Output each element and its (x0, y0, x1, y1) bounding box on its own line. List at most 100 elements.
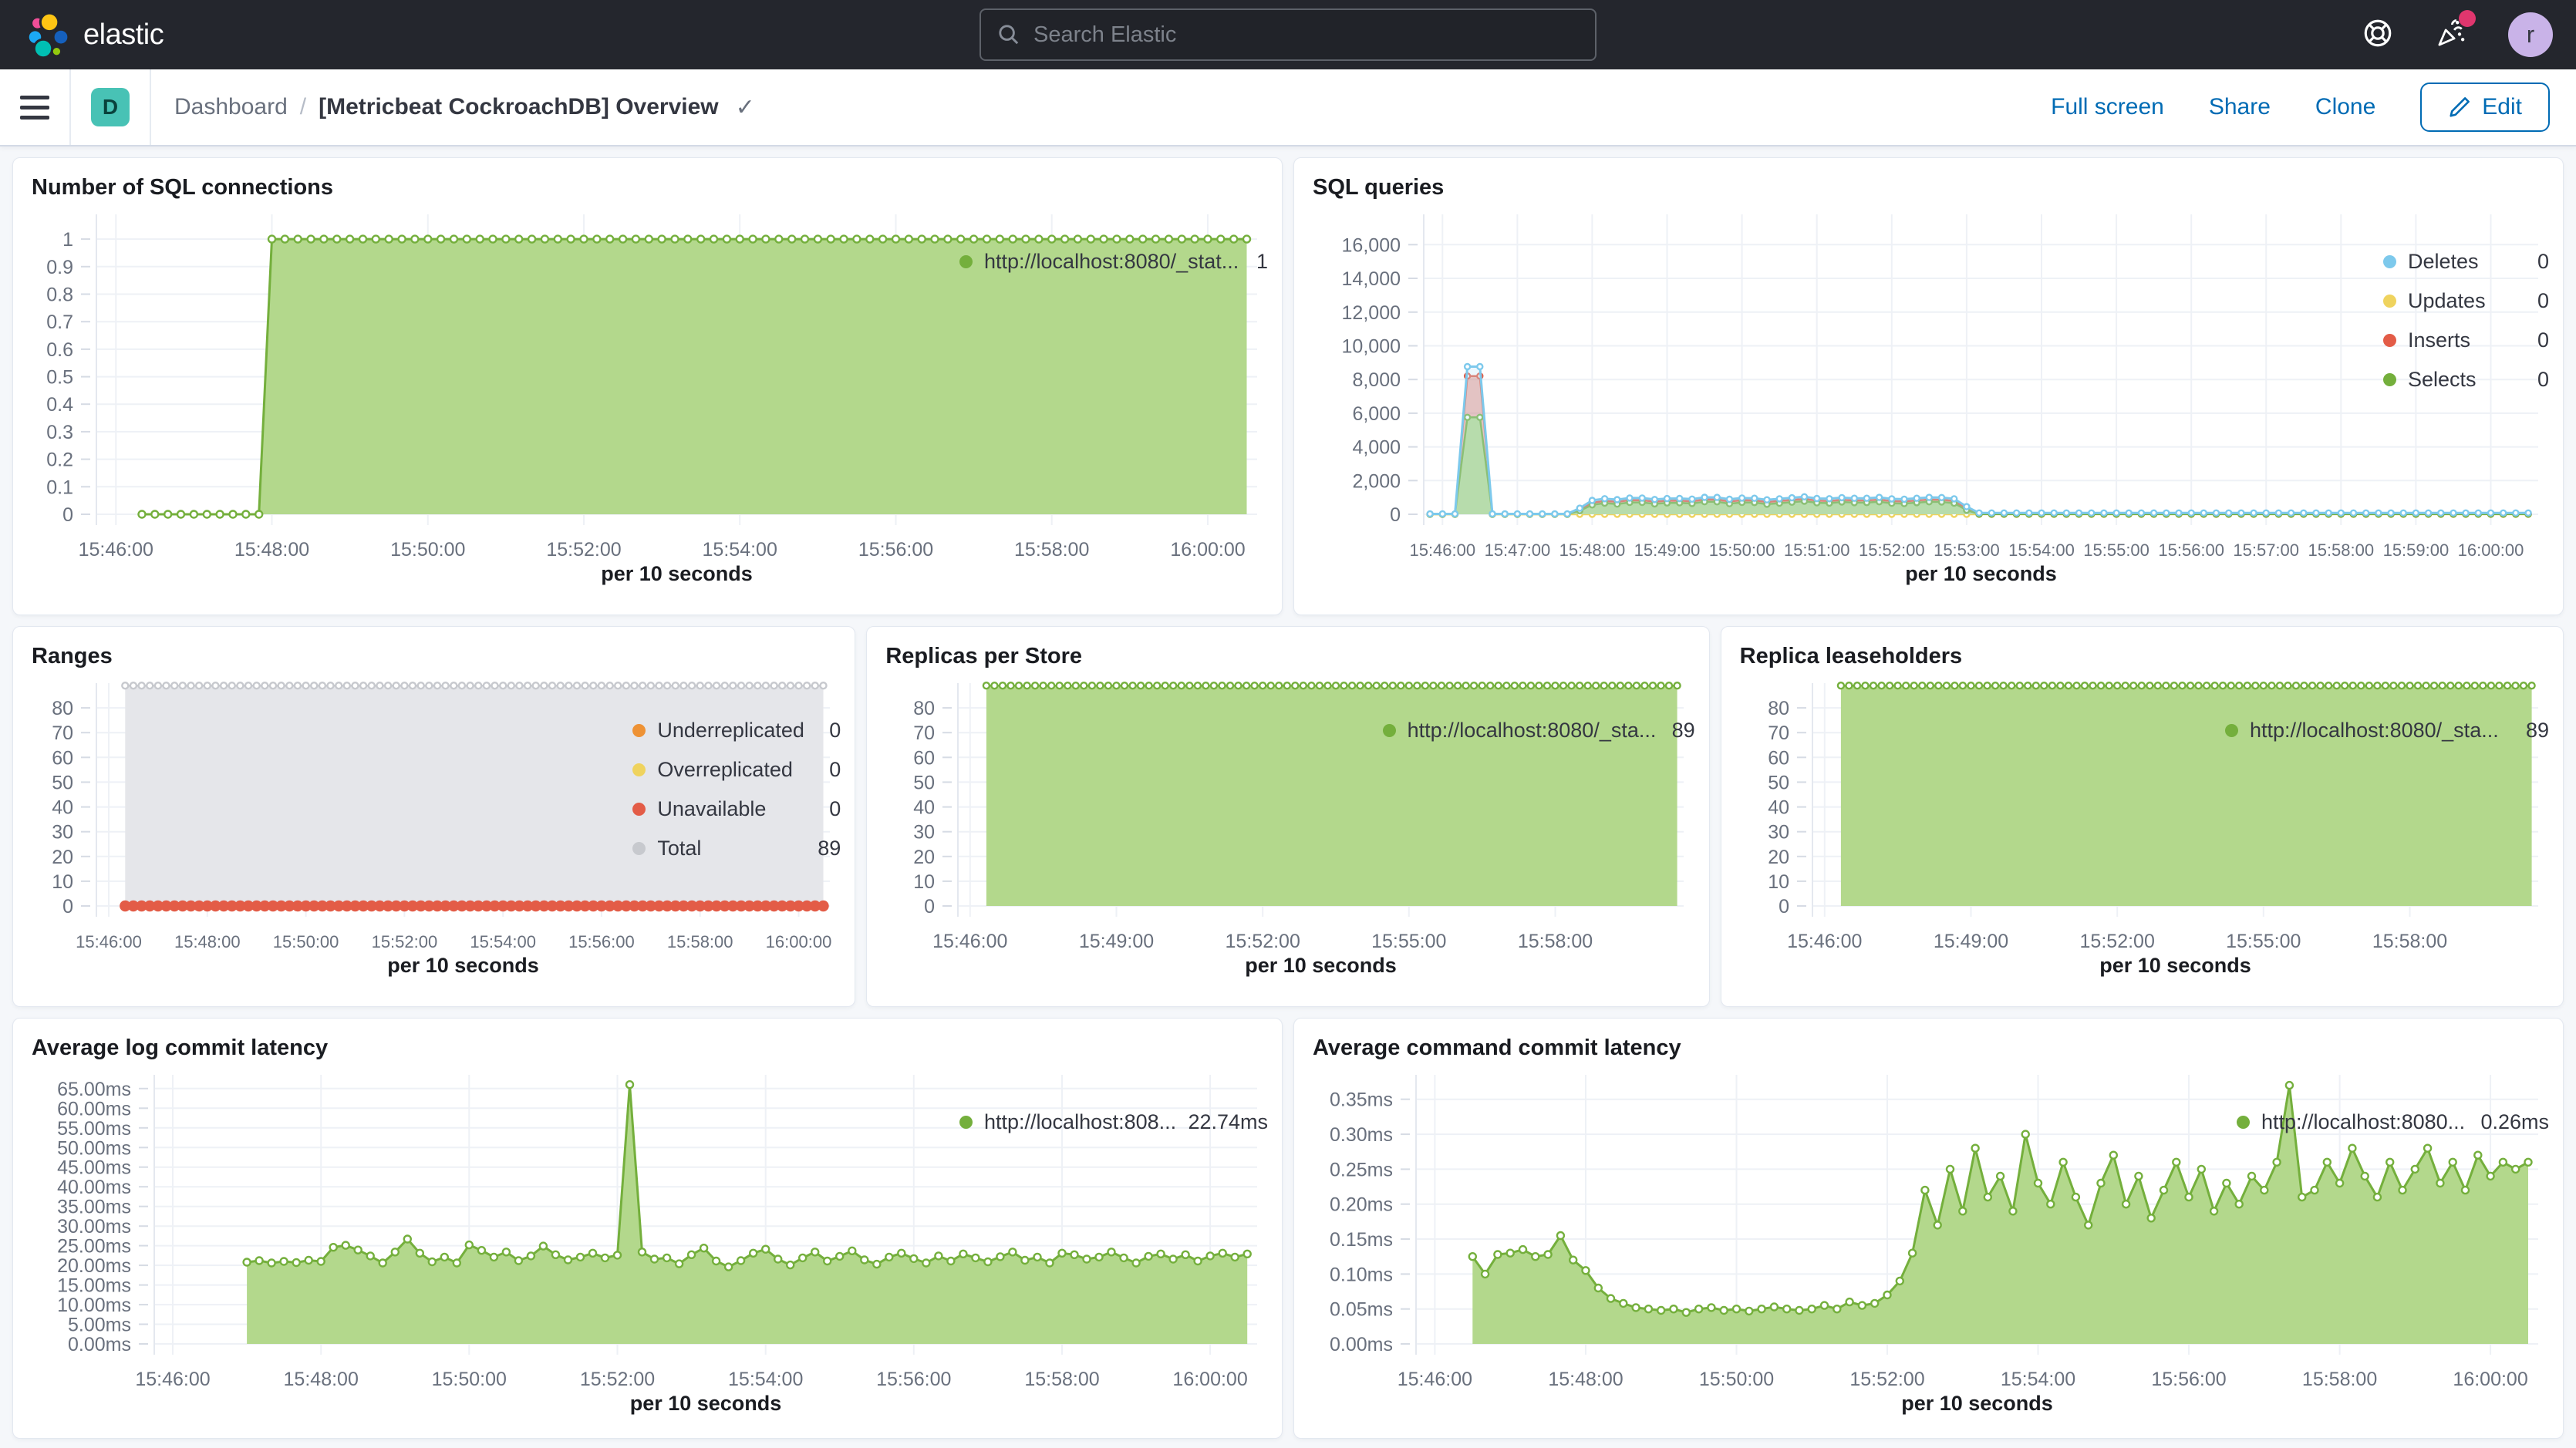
legend-label: Inserts (2408, 328, 2526, 352)
legend-value: 0 (829, 719, 841, 743)
legend-value: 22.74ms (1188, 1110, 1268, 1134)
legend-item[interactable]: http://localhost:808...22.74ms (959, 1110, 1268, 1134)
edit-button[interactable]: Edit (2420, 83, 2550, 132)
svg-text:80: 80 (914, 698, 936, 719)
svg-text:20: 20 (52, 847, 73, 868)
legend-item[interactable]: Deletes0 (2383, 250, 2549, 274)
legend-color-dot (632, 763, 646, 776)
legend-color-dot (2383, 373, 2396, 386)
panel-title[interactable]: Average log commit latency (32, 1035, 1268, 1061)
legend-color-dot (2225, 724, 2238, 737)
legend-item[interactable]: http://localhost:8080/_stat...1 (959, 250, 1268, 274)
panel-replica-leaseholders: Replica leaseholders 15:46:0015:49:0015:… (1721, 626, 2564, 1007)
page-title[interactable]: [Metricbeat CockroachDB] Overview (319, 94, 719, 120)
legend-value: 0 (2537, 368, 2549, 392)
svg-text:0.25ms: 0.25ms (1330, 1159, 1393, 1180)
chart-canvas-sql-queries[interactable]: 15:46:0015:47:0015:48:0015:49:0015:50:00… (1308, 202, 2549, 591)
legend-color-dot (959, 255, 973, 268)
svg-text:65.00ms: 65.00ms (57, 1079, 131, 1100)
svg-text:15:54:00: 15:54:00 (703, 539, 777, 561)
svg-text:0.00ms: 0.00ms (1330, 1334, 1393, 1355)
help-button[interactable] (2362, 17, 2394, 53)
chart-avg-log-commit-latency[interactable]: 15:46:0015:48:0015:50:0015:52:0015:54:00… (27, 1062, 959, 1421)
space-badge[interactable]: D (91, 88, 130, 126)
search-input[interactable] (1033, 22, 1580, 48)
legend-item[interactable]: Inserts0 (2383, 328, 2549, 352)
svg-text:30: 30 (52, 822, 73, 844)
svg-text:per 10 seconds: per 10 seconds (630, 1392, 782, 1415)
svg-text:15:48:00: 15:48:00 (284, 1369, 359, 1390)
legend-item[interactable]: Updates0 (2383, 289, 2549, 313)
svg-text:20: 20 (914, 847, 936, 868)
svg-text:15:48:00: 15:48:00 (1559, 540, 1626, 560)
legend-item[interactable]: Selects 0 (2383, 368, 2549, 392)
chart-sql-connections[interactable]: 15:46:0015:48:0015:50:0015:52:0015:54:00… (27, 202, 959, 591)
svg-text:20: 20 (1768, 847, 1789, 868)
svg-text:0.2: 0.2 (46, 450, 73, 471)
svg-text:15:52:00: 15:52:00 (1859, 540, 1925, 560)
clone-link[interactable]: Clone (2315, 94, 2375, 120)
chart-avg-command-commit-latency[interactable]: 15:46:0015:48:0015:50:0015:52:0015:54:00… (1308, 1062, 2237, 1421)
svg-text:50: 50 (52, 772, 73, 793)
panel-title[interactable]: Replica leaseholders (1740, 644, 2549, 669)
share-link[interactable]: Share (2209, 94, 2271, 120)
global-search[interactable] (979, 8, 1597, 61)
panel-title[interactable]: SQL queries (1313, 175, 2549, 200)
whats-new-button[interactable] (2434, 16, 2468, 54)
svg-text:per 10 seconds: per 10 seconds (1246, 954, 1398, 977)
svg-text:2,000: 2,000 (1352, 470, 1401, 492)
svg-text:0: 0 (62, 504, 73, 526)
menu-section (0, 69, 71, 145)
chart-sql-queries[interactable]: 15:46:0015:47:0015:48:0015:49:0015:50:00… (1308, 202, 2383, 591)
svg-text:15:50:00: 15:50:00 (432, 1369, 507, 1390)
legend-value: 1 (1256, 250, 1268, 274)
svg-text:15:56:00: 15:56:00 (858, 539, 933, 561)
svg-text:15:47:00: 15:47:00 (1485, 540, 1551, 560)
svg-text:15:56:00: 15:56:00 (2158, 540, 2224, 560)
legend-item[interactable]: http://localhost:8080...0.26ms (2237, 1110, 2549, 1134)
panel-title[interactable]: Ranges (32, 644, 841, 669)
legend-item[interactable]: Unavailable0 (632, 797, 841, 821)
legend-item[interactable]: Total89 (632, 837, 841, 860)
svg-text:80: 80 (1768, 698, 1789, 719)
svg-text:15:49:00: 15:49:00 (1634, 540, 1701, 560)
chart-legend: Underreplicated0Overreplicated0Unavailab… (632, 671, 841, 983)
legend-color-dot (2383, 334, 2396, 347)
chart-replica-leaseholders[interactable]: 15:46:0015:49:0015:52:0015:55:0015:58:00… (1735, 671, 2225, 983)
title-check-icon: ✓ (736, 94, 755, 121)
full-screen-link[interactable]: Full screen (2051, 94, 2164, 120)
svg-text:35.00ms: 35.00ms (57, 1197, 131, 1218)
panel-title[interactable]: Average command commit latency (1313, 1035, 2549, 1061)
legend-label: Selects (2408, 368, 2526, 392)
svg-text:0.6: 0.6 (46, 339, 73, 361)
menu-button[interactable] (20, 96, 49, 120)
svg-text:15:48:00: 15:48:00 (234, 539, 309, 561)
legend-item[interactable]: Underreplicated0 (632, 719, 841, 743)
panel-title[interactable]: Replicas per Store (885, 644, 1694, 669)
legend-color-dot (2383, 295, 2396, 308)
chart-replicas-per-store[interactable]: 15:46:0015:49:0015:52:0015:55:0015:58:00… (881, 671, 1382, 983)
svg-text:15:49:00: 15:49:00 (1933, 931, 2008, 952)
panel-title[interactable]: Number of SQL connections (32, 175, 1268, 200)
elastic-logo[interactable]: elastic (23, 11, 164, 59)
breadcrumb-dashboard-link[interactable]: Dashboard (174, 94, 288, 120)
legend-label: http://localhost:8080/_sta... (2250, 719, 2514, 743)
legend-item[interactable]: http://localhost:8080/_sta...89 (1383, 719, 1695, 743)
svg-text:15:52:00: 15:52:00 (546, 539, 621, 561)
legend-label: Updates (2408, 289, 2526, 313)
svg-text:12,000: 12,000 (1342, 302, 1401, 324)
legend-item[interactable]: Overreplicated0 (632, 758, 841, 782)
svg-text:30: 30 (914, 822, 936, 844)
svg-text:15:52:00: 15:52:00 (1849, 1369, 1924, 1390)
top-header: elastic (0, 0, 2576, 69)
legend-label: Overreplicated (657, 758, 818, 782)
svg-text:15:50:00: 15:50:00 (1699, 1369, 1774, 1390)
dashboard-grid: Number of SQL connections 15:46:0015:48:… (0, 146, 2576, 1448)
legend-item[interactable]: http://localhost:8080/_sta...89 (2225, 719, 2549, 743)
chart-ranges[interactable]: 15:46:0015:48:0015:50:0015:52:0015:54:00… (27, 671, 632, 983)
svg-text:10.00ms: 10.00ms (57, 1295, 131, 1316)
svg-text:15:52:00: 15:52:00 (372, 932, 438, 951)
svg-text:15:54:00: 15:54:00 (2001, 1369, 2075, 1390)
svg-text:20.00ms: 20.00ms (57, 1255, 131, 1277)
user-avatar[interactable]: r (2508, 12, 2553, 57)
